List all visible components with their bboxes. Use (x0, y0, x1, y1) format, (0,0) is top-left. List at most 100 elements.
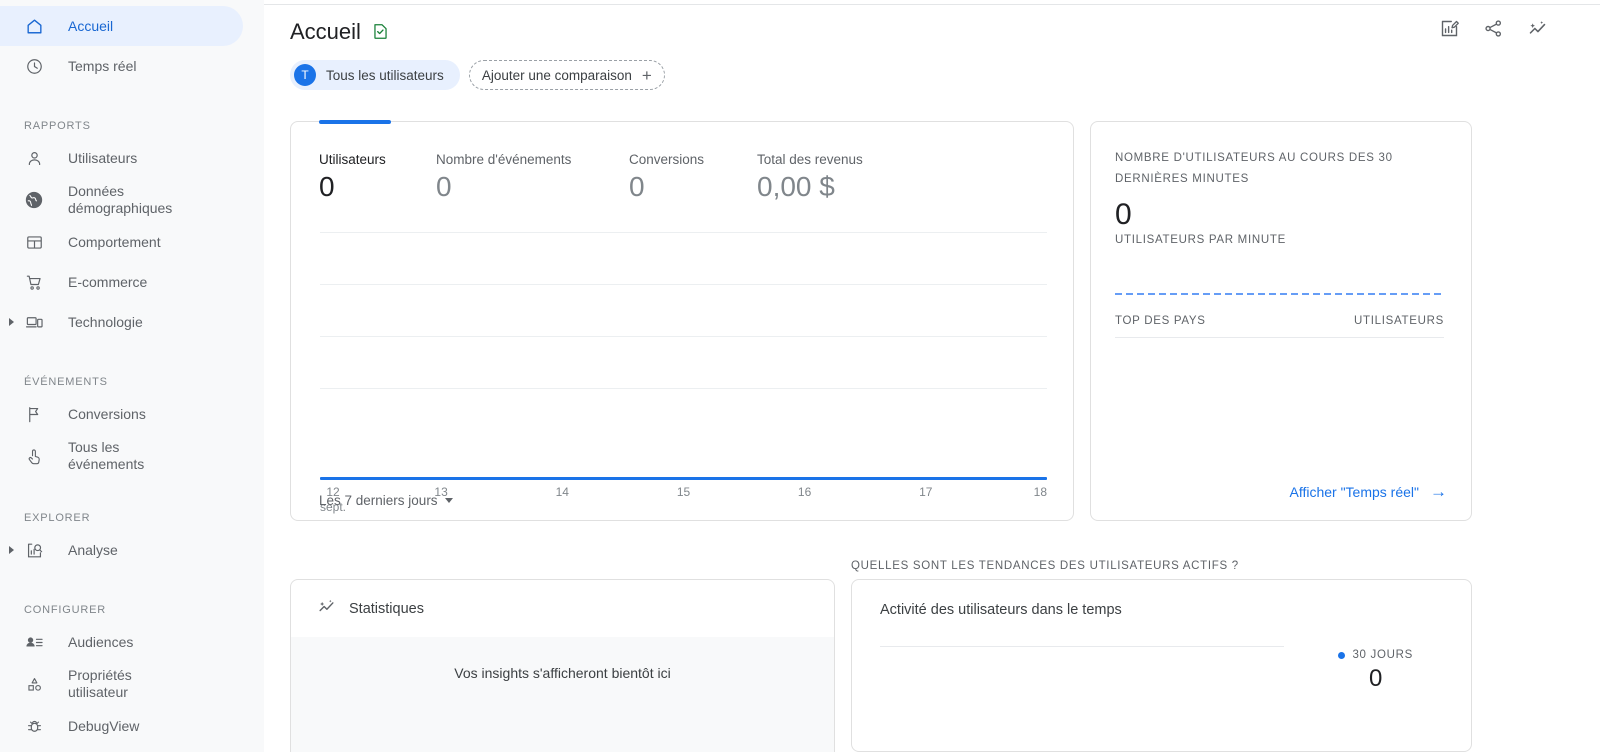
sidebar-item-comportement[interactable]: Comportement (0, 222, 264, 262)
sheets-export-icon[interactable] (371, 22, 390, 46)
gridline (320, 336, 1047, 337)
series-line-utilisateurs (320, 477, 1047, 480)
sidebar-item-label: Temps réel (68, 57, 137, 74)
sidebar-item-utilisateurs[interactable]: Utilisateurs (0, 138, 264, 178)
sidebar-item-conversions[interactable]: Conversions (0, 394, 264, 434)
realtime-col-users: UTILISATEURS (1354, 315, 1444, 327)
metric-conversions[interactable]: Conversions 0 (629, 152, 757, 204)
sidebar-item-label: Utilisateurs (68, 149, 138, 166)
sidebar-item-label: Accueil (68, 17, 114, 34)
sidebar-item-temps-reel[interactable]: Temps réel (0, 46, 264, 86)
insights-empty-state: Vos insights s'afficheront bientôt ici (291, 637, 834, 752)
avatar: T (294, 64, 316, 86)
sidebar-item-proprietes-utilisateur[interactable]: Propriétés utilisateur (0, 662, 264, 706)
sidebar-item-e-commerce[interactable]: E-commerce (0, 262, 264, 302)
x-tick: 18 (1033, 485, 1047, 499)
realtime-users-value: 0 (1115, 198, 1132, 231)
legend-value: 0 (1369, 665, 1383, 692)
globe-icon (22, 188, 46, 212)
users-line-chart[interactable] (320, 232, 1047, 480)
sidebar-item-technologie[interactable]: Technologie (0, 302, 264, 342)
sidebar-item-label: Propriétés utilisateur (68, 667, 132, 700)
dashboard-row-1: Utilisateurs 0 Nombre d'événements 0 Con… (264, 120, 1600, 521)
sidebar-item-label: E-commerce (68, 273, 148, 290)
home-icon (22, 14, 46, 38)
insights-empty-text: Vos insights s'afficheront bientôt ici (454, 665, 671, 681)
sidebar-item-label: Données démographiques (68, 183, 173, 216)
sidebar-section-evenements: ÉVÉNEMENTS (24, 376, 108, 388)
metric-value: 0 (629, 171, 645, 202)
layout-icon (22, 230, 46, 254)
legend-entry-30-jours: 30 JOURS (1338, 649, 1413, 661)
metric-utilisateurs[interactable]: Utilisateurs 0 (319, 152, 436, 204)
insights-card-title: Statistiques (349, 600, 424, 617)
bug-icon (22, 714, 46, 738)
chevron-right-icon[interactable] (6, 545, 16, 555)
active-tab-indicator (319, 120, 391, 124)
realtime-title: NOMBRE D'UTILISATEURS AU COURS DES 30 DE… (1115, 152, 1393, 185)
sidebar-item-debugview[interactable]: DebugView (0, 706, 264, 746)
realtime-card: NOMBRE D'UTILISATEURS AU COURS DES 30 DE… (1090, 121, 1472, 521)
analysis-icon (22, 538, 46, 562)
legend-dot (1338, 651, 1346, 659)
sidebar-item-analyse[interactable]: Analyse (0, 530, 264, 570)
activity-section-caption: QUELLES SONT LES TENDANCES DES UTILISATE… (851, 559, 1239, 572)
comparison-chips-row: T Tous les utilisateurs Ajouter une comp… (264, 60, 1600, 90)
person-icon (22, 146, 46, 170)
chevron-down-icon (444, 498, 453, 503)
x-tick: 17 (919, 485, 933, 499)
view-realtime-label: Afficher "Temps réel" (1289, 483, 1419, 500)
view-realtime-link[interactable]: Afficher "Temps réel" → (1289, 483, 1447, 500)
chip-all-users[interactable]: T Tous les utilisateurs (290, 60, 460, 90)
insights-column: Statistiques Vos insights s'afficheront … (290, 552, 835, 752)
sidebar-item-accueil[interactable]: Accueil (0, 6, 243, 46)
share-icon[interactable] (1482, 17, 1504, 39)
insights-icon[interactable] (1526, 17, 1548, 39)
metric-nombre-evenements[interactable]: Nombre d'événements 0 (436, 152, 629, 204)
sidebar-item-tous-les-evenements[interactable]: Tous les événements (0, 434, 264, 478)
devices-icon (22, 310, 46, 334)
sidebar-item-label: DebugView (68, 717, 140, 734)
insights-section-caption (290, 552, 835, 579)
activity-card-title: Activité des utilisateurs dans le temps (880, 602, 1122, 618)
x-tick: 14 (555, 485, 569, 499)
activity-baseline (880, 646, 1284, 647)
sidebar-section-rapports: RAPPORTS (24, 120, 91, 132)
metric-total-revenus[interactable]: Total des revenus 0,00 $ (757, 152, 917, 204)
sidebar-item-donnees-demographiques[interactable]: Données démographiques (0, 178, 264, 222)
x-tick: 15 (676, 485, 691, 499)
date-range-selector[interactable]: Les 7 derniers jours (319, 493, 453, 508)
cart-icon (22, 270, 46, 294)
metric-label: Total des revenus (757, 152, 863, 167)
plus-icon: + (641, 65, 652, 85)
activity-column: QUELLES SONT LES TENDANCES DES UTILISATE… (851, 552, 1472, 752)
add-comparison-button[interactable]: Ajouter une comparaison + (468, 60, 665, 90)
metric-value: 0 (319, 171, 335, 202)
activity-chart[interactable]: 30 JOURS 0 (880, 646, 1445, 736)
add-comparison-label: Ajouter une comparaison (481, 67, 632, 83)
shapes-icon (22, 672, 46, 696)
sidebar-item-audiences[interactable]: Audiences (0, 622, 264, 662)
gridline (320, 388, 1047, 389)
metric-value: 0 (436, 171, 452, 202)
activity-card: Activité des utilisateurs dans le temps … (851, 579, 1472, 752)
tap-icon (22, 444, 46, 468)
metrics-list: Utilisateurs 0 Nombre d'événements 0 Con… (291, 122, 1073, 204)
audience-icon (22, 630, 46, 654)
insights-icon (317, 597, 336, 620)
sidebar-item-label: Tous les événements (68, 439, 145, 472)
chip-all-users-label: Tous les utilisateurs (326, 67, 444, 83)
metric-value: 0,00 $ (757, 171, 835, 202)
sidebar-item-label: Audiences (68, 633, 134, 650)
realtime-col-country: TOP DES PAYS (1115, 315, 1206, 327)
metric-label: Utilisateurs (319, 152, 386, 167)
date-range-label: Les 7 derniers jours (319, 493, 438, 508)
x-tick: 16 (797, 485, 812, 499)
realtime-subtitle: UTILISATEURS PAR MINUTE (1115, 234, 1286, 246)
sidebar-item-label: Comportement (68, 233, 161, 250)
main-content: Accueil T Tous les utilisateurs Ajouter … (264, 0, 1600, 752)
chevron-right-icon[interactable] (6, 317, 16, 327)
edit-chart-icon[interactable] (1438, 17, 1460, 39)
arrow-right-icon: → (1430, 482, 1447, 501)
top-divider (264, 4, 1600, 5)
